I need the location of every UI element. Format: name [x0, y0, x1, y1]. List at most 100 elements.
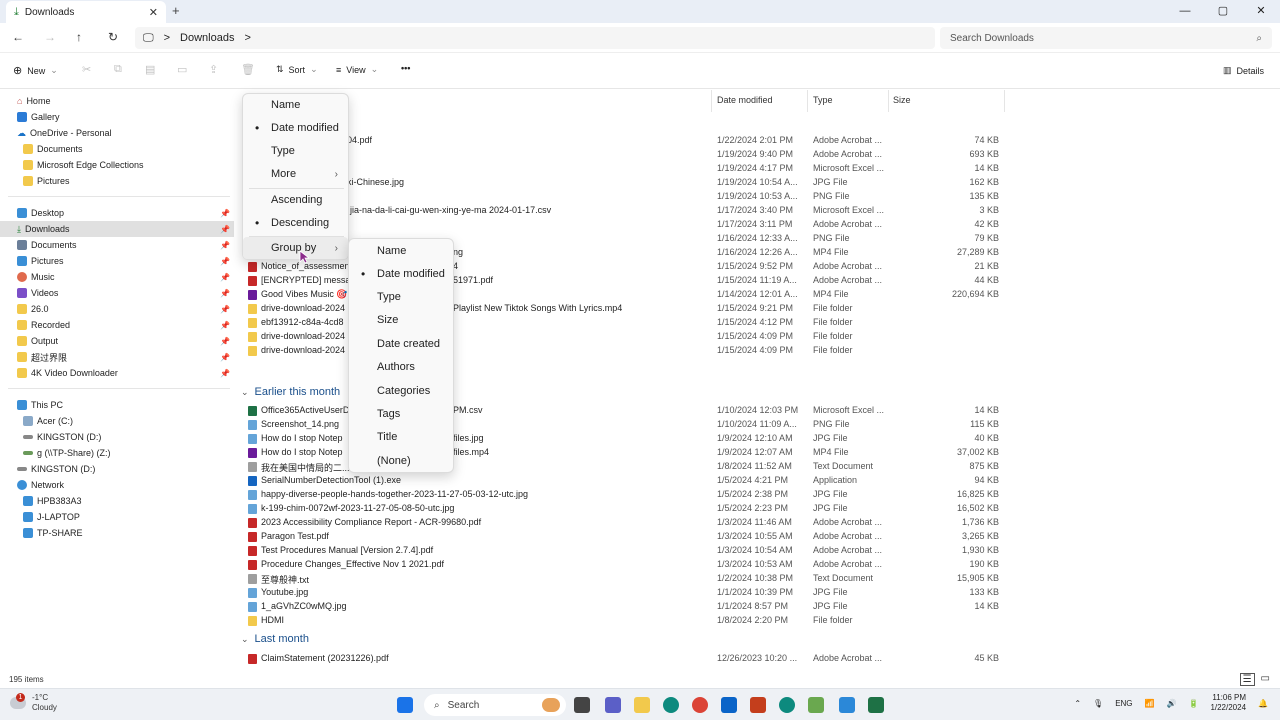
taskbar-search[interactable]: ⌕ Search: [424, 694, 566, 716]
sidebar-item-this-pc[interactable]: This PC: [0, 397, 234, 413]
group-menu-item-date-modified[interactable]: • Date modified: [349, 263, 453, 285]
file-row[interactable]: Paragon Test.pdf 1/3/2024 10:55 AM Adobe A…: [237, 530, 1270, 544]
photos-icon[interactable]: [839, 697, 855, 713]
file-explorer-icon[interactable]: [634, 697, 650, 713]
file-row[interactable]: HDMI 1/8/2024 2:20 PM File folder: [237, 614, 1270, 628]
paste-icon[interactable]: ▤: [145, 63, 155, 76]
clock[interactable]: 11:06 PM 1/22/2024: [1210, 693, 1246, 713]
view-button[interactable]: ≡ View ⌄: [336, 64, 378, 75]
sidebar-item-kingston-d-2[interactable]: KINGSTON (D:): [0, 461, 234, 477]
group-menu-item-tags[interactable]: Tags: [349, 403, 453, 425]
sort-menu-item-more[interactable]: More ›: [243, 163, 348, 185]
sidebar-item-output[interactable]: Output 📌: [0, 333, 234, 349]
edge-beta-icon[interactable]: [779, 697, 795, 713]
details-button[interactable]: ▥ Details: [1223, 65, 1264, 76]
pin-icon[interactable]: 📌: [220, 257, 230, 266]
cut-icon[interactable]: ✂: [82, 63, 91, 76]
sidebar-item-kingston-d[interactable]: KINGSTON (D:): [0, 429, 234, 445]
group-header-earlier-this-month[interactable]: ⌄ Earlier this month: [241, 386, 340, 398]
pin-icon[interactable]: 📌: [220, 321, 230, 330]
tab-close-icon[interactable]: ✕: [149, 6, 158, 19]
file-row[interactable]: 1/19/2024 4:17 PM Microsoft Excel ... 14 K…: [237, 162, 1270, 176]
file-row[interactable]: 1/19/2024 10:53 A... PNG File 135 KB: [237, 190, 1270, 204]
file-row[interactable]: 2023 Accessibility Compliance Report - A…: [237, 516, 1270, 530]
sidebar-item-chinese-folder[interactable]: 超过界限 📌: [0, 349, 234, 365]
sidebar-item-gallery[interactable]: Gallery: [0, 109, 234, 125]
sidebar-item-tp-share-z[interactable]: g (\\TP-Share) (Z:): [0, 445, 234, 461]
minimize-button[interactable]: —: [1166, 2, 1204, 20]
sidebar-item-documents-onedrive[interactable]: Documents: [0, 141, 234, 157]
microphone-icon[interactable]: 🎙: [1093, 699, 1103, 708]
sidebar-item-acer-c[interactable]: Acer (C:): [0, 413, 234, 429]
sort-button[interactable]: ⇅ Sort ⌄: [276, 64, 318, 75]
sidebar-item-documents[interactable]: Documents 📌: [0, 237, 234, 253]
notification-bell-icon[interactable]: 🔔: [1258, 699, 1268, 708]
group-menu-item-type[interactable]: Type: [349, 286, 453, 308]
sort-menu-item-ascending[interactable]: Ascending: [243, 189, 348, 211]
sidebar-item-tp-share[interactable]: TP-SHARE: [0, 525, 234, 541]
battery-icon[interactable]: 🔋: [1188, 699, 1198, 708]
sidebar-item-desktop[interactable]: Desktop 📌: [0, 205, 234, 221]
pin-icon[interactable]: 📌: [220, 273, 230, 282]
breadcrumb-chevron-icon[interactable]: >: [244, 32, 250, 44]
excel-icon[interactable]: [868, 697, 884, 713]
file-row[interactable]: happy-diverse-people-hands-together-2023…: [237, 488, 1270, 502]
file-row[interactable]: Youtube.jpg 1/1/2024 10:39 PM JPG File 133 …: [237, 586, 1270, 600]
sidebar-item-j-laptop[interactable]: J-LAPTOP: [0, 509, 234, 525]
group-menu-item-title[interactable]: Title: [349, 426, 453, 448]
file-row[interactable]: Procedure Changes_Effective Nov 1 2021.p…: [237, 558, 1270, 572]
sidebar-item-videos[interactable]: Videos 📌: [0, 285, 234, 301]
refresh-icon[interactable]: ↻: [108, 30, 118, 44]
task-view-icon[interactable]: [574, 697, 590, 713]
pin-icon[interactable]: 📌: [220, 289, 230, 298]
chevron-up-icon[interactable]: ⌃: [1074, 699, 1081, 708]
powerpoint-icon[interactable]: [750, 697, 766, 713]
group-header-last-month[interactable]: ⌄ Last month: [241, 633, 309, 645]
wifi-icon[interactable]: 📶: [1145, 699, 1155, 708]
sort-menu-item-date-modified[interactable]: • Date modified: [243, 117, 348, 139]
sidebar-item-onedrive[interactable]: ☁ OneDrive - Personal: [0, 125, 234, 141]
back-icon[interactable]: ←: [12, 30, 24, 44]
file-row[interactable]: ClaimStatement (20231226).pdf 12/26/2023 …: [237, 652, 1270, 666]
pin-icon[interactable]: 📌: [220, 225, 230, 234]
sidebar-item-hpb383a3[interactable]: HPB383A3: [0, 493, 234, 509]
file-row[interactable]: 1/19/2024 9:40 PM Adobe Acrobat ... 693 KB: [237, 148, 1270, 162]
address-bar[interactable]: 🖵 > Downloads >: [135, 27, 935, 49]
file-row[interactable]: 1/17/2024 3:11 PM Adobe Acrobat ... 42 KB: [237, 218, 1270, 232]
more-options-button[interactable]: •••: [401, 63, 410, 73]
file-row[interactable]: jia-na-da-li-cai-gu-wen-xing-ye-ma 2024-…: [237, 204, 1270, 218]
close-window-button[interactable]: ✕: [1242, 2, 1280, 20]
maximize-button[interactable]: ▢: [1204, 2, 1242, 20]
sidebar-item-pictures-onedrive[interactable]: Pictures: [0, 173, 234, 189]
search-input[interactable]: Search Downloads ⌕: [940, 27, 1272, 49]
details-view-icon[interactable]: ☰: [1239, 673, 1255, 686]
pin-icon[interactable]: 📌: [220, 369, 230, 378]
sidebar-item-edge-collections[interactable]: Microsoft Edge Collections: [0, 157, 234, 173]
forward-icon[interactable]: →: [44, 30, 56, 44]
file-row[interactable]: ki-Chinese.jpg 1/19/2024 10:54 A... JPG Fi…: [237, 176, 1270, 190]
sort-menu-item-descending[interactable]: • Descending: [243, 212, 348, 234]
file-row[interactable]: 至尊般神.txt 1/2/2024 10:38 PM Text Document 15…: [237, 572, 1270, 586]
sidebar-item-pictures[interactable]: Pictures 📌: [0, 253, 234, 269]
rename-icon[interactable]: ▭: [177, 63, 187, 76]
tab-downloads[interactable]: ⤓ Downloads ✕: [6, 1, 166, 23]
pin-icon[interactable]: 📌: [220, 353, 230, 362]
language-indicator[interactable]: ENG: [1115, 699, 1132, 708]
file-row[interactable]: Test Procedures Manual [Version 2.7.4].p…: [237, 544, 1270, 558]
windows-start-icon[interactable]: [397, 697, 413, 713]
pin-icon[interactable]: 📌: [220, 241, 230, 250]
sidebar-item-network[interactable]: Network: [0, 477, 234, 493]
group-menu-item-size[interactable]: Size: [349, 309, 453, 331]
breadcrumb-downloads[interactable]: Downloads: [180, 32, 234, 44]
group-menu-item-categories[interactable]: Categories: [349, 380, 453, 402]
column-header-date-modified[interactable]: Date modified: [717, 95, 773, 105]
pin-icon[interactable]: 📌: [220, 209, 230, 218]
sort-menu-item-group-by[interactable]: Group by ›: [243, 237, 348, 259]
share-icon[interactable]: ⇪: [209, 63, 218, 76]
notepad-icon[interactable]: [808, 697, 824, 713]
file-row[interactable]: 1_aGVhZC0wMQ.jpg 1/1/2024 8:57 PM JPG File…: [237, 600, 1270, 614]
weather-widget[interactable]: 1 -1°C Cloudy: [10, 693, 57, 713]
new-tab-button[interactable]: +: [172, 3, 180, 18]
sidebar-item-downloads[interactable]: ⤓ Downloads 📌: [0, 221, 234, 237]
delete-icon[interactable]: 🗑: [241, 63, 255, 76]
